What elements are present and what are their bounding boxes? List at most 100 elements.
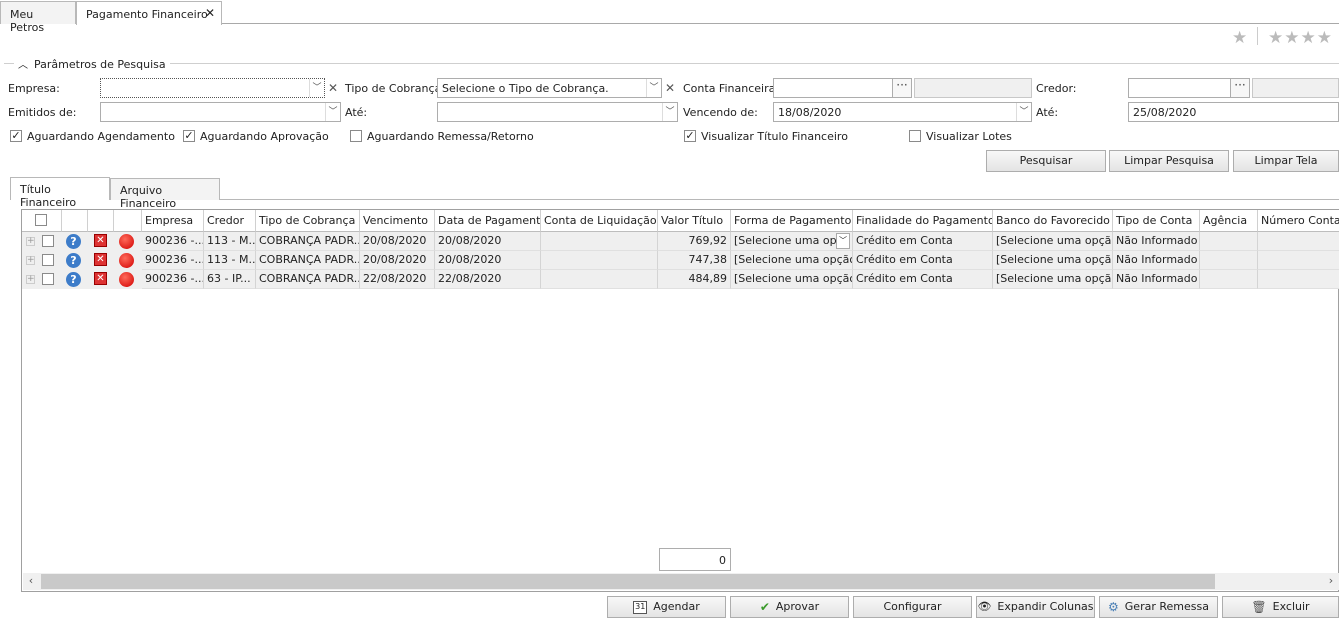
help-icon[interactable]: ? [66,234,81,249]
column-header-credor[interactable]: Credor [204,210,256,232]
cell-forma-pagamento[interactable]: [Selecione uma opção] [731,251,853,270]
help-icon[interactable]: ? [66,272,81,287]
cell-finalidade: Crédito em Conta [853,270,993,289]
agendar-button[interactable]: 31 Agendar [607,596,726,618]
column-header-vencimento[interactable]: Vencimento [360,210,435,232]
visualizar-titulo-checkbox[interactable]: ✓ [684,130,696,142]
emitidos-label: Emitidos de: [8,106,77,119]
aprovar-button[interactable]: ✔ Aprovar [730,596,849,618]
conta-financeira-input[interactable] [773,78,893,98]
column-header-data-pagamento[interactable]: Data de Pagamento [435,210,541,232]
help-icon[interactable]: ? [66,253,81,268]
tipo-cobranca-select[interactable]: Selecione o Tipo de Cobrança. ﹀ [437,78,662,98]
conta-financeira-label: Conta Financeira: [683,82,780,95]
vencendo-ate-date[interactable]: 25/08/2020 [1128,102,1339,122]
gears-icon: ⚙ [1108,600,1119,614]
emitidos-date[interactable]: ﹀ [100,102,341,122]
credor-description [1252,78,1339,98]
rating-stars[interactable]: ★★★★ [1268,28,1333,48]
configurar-button[interactable]: Configurar [853,596,972,618]
column-header-finalidade[interactable]: Finalidade do Pagamento [853,210,993,232]
browse-conta-button[interactable]: ··· [892,78,912,98]
cell-credor: 113 - M... [204,232,256,251]
vencendo-date[interactable]: 18/08/2020 ﹀ [773,102,1032,122]
cell-tipo-conta: Não Informado [1113,270,1200,289]
cell-data-pagamento: 20/08/2020 [435,251,541,270]
column-header-empresa[interactable]: Empresa [142,210,204,232]
chevron-down-icon[interactable]: ﹀ [325,103,340,121]
delete-icon[interactable]: ✕ [94,253,107,266]
favorite-star-icon[interactable]: ★ [1232,28,1247,48]
close-icon[interactable]: ✕ [205,6,215,20]
tab-pagamento-financeiro[interactable]: Pagamento Financeiro ✕ [76,1,222,25]
total-field: 0 [659,548,731,571]
cell-forma-pagamento[interactable]: [Selecione uma op... ﹀ [731,232,853,251]
cell-tipo-cobranca: COBRANÇA PADR... [256,270,360,289]
tab-arquivo-financeiro[interactable]: Arquivo Financeiro [110,178,220,210]
params-group-header[interactable]: ︿ Parâmetros de Pesquisa [14,56,170,71]
cell-credor: 63 - IP... [204,270,256,289]
column-header-forma-pagamento[interactable]: Forma de Pagamento [731,210,853,232]
checkbox-label: Aguardando Agendamento [27,130,175,143]
status-red-icon[interactable] [119,253,134,268]
expand-row-icon[interactable]: + [26,237,35,246]
cell-banco-favorecido[interactable]: [Selecione uma opção] [993,232,1113,251]
expand-row-icon[interactable]: + [26,256,35,265]
header-select-all[interactable] [22,210,62,232]
chevron-down-icon[interactable]: ﹀ [309,79,324,97]
status-red-icon[interactable] [119,272,134,287]
column-header-agencia[interactable]: Agência [1200,210,1258,232]
cell-tipo-conta: Não Informado [1113,232,1200,251]
cell-banco-favorecido[interactable]: [Selecione uma opção] [993,270,1113,289]
column-header-valor-titulo[interactable]: Valor Título [658,210,731,232]
gerar-remessa-button[interactable]: ⚙ Gerar Remessa [1099,596,1218,618]
scrollbar-thumb[interactable] [41,574,1215,589]
vencendo-label: Vencendo de: [683,106,758,119]
row-checkbox[interactable] [42,254,54,266]
credor-input[interactable] [1128,78,1231,98]
chevron-down-icon[interactable]: ﹀ [646,79,661,97]
chevron-down-icon[interactable]: ﹀ [1016,103,1031,121]
tab-meu-petros[interactable]: Meu Petros [0,1,76,34]
limpar-tela-button[interactable]: Limpar Tela [1233,150,1339,172]
chevron-left-icon[interactable]: ‹ [23,573,39,590]
row-checkbox[interactable] [42,235,54,247]
aguardando-remessa-checkbox[interactable] [350,130,362,142]
delete-icon[interactable]: ✕ [94,234,107,247]
column-header-conta-liquidacao[interactable]: Conta de Liquidação [541,210,658,232]
column-header-tipo-conta[interactable]: Tipo de Conta [1113,210,1200,232]
select-all-checkbox[interactable] [35,214,47,226]
visualizar-lotes-checkbox[interactable] [909,130,921,142]
emitidos-ate-date[interactable]: ﹀ [437,102,678,122]
status-red-icon[interactable] [119,234,134,249]
cell-valor-titulo: 747,38 [658,251,731,270]
clear-tipo-cobranca-icon[interactable]: ✕ [663,78,677,98]
expandir-colunas-button[interactable]: 👁 Expandir Colunas [976,596,1095,618]
empresa-select[interactable]: ﹀ [100,78,325,98]
column-header-numero-conta[interactable]: Número Conta [1258,210,1339,232]
tab-titulo-financeiro[interactable]: Título Financeiro [10,177,110,209]
excluir-button[interactable]: 🗑 Excluir [1222,596,1339,618]
chevron-down-icon[interactable]: ﹀ [662,103,677,121]
limpar-pesquisa-button[interactable]: Limpar Pesquisa [1109,150,1229,172]
column-header-tipo-cobranca[interactable]: Tipo de Cobrança [256,210,360,232]
expand-row-icon[interactable]: + [26,275,35,284]
calendar-icon: 31 [633,600,648,614]
chevron-right-icon[interactable]: › [1323,573,1339,590]
cell-numero-conta [1258,232,1339,251]
pesquisar-button[interactable]: Pesquisar [986,150,1106,172]
column-header-banco-favorecido[interactable]: Banco do Favorecido [993,210,1113,232]
cell-finalidade: Crédito em Conta [853,251,993,270]
chevron-down-icon[interactable]: ﹀ [836,233,850,249]
cell-banco-favorecido[interactable]: [Selecione uma opção] [993,251,1113,270]
clear-empresa-icon[interactable]: ✕ [326,78,340,98]
delete-icon[interactable]: ✕ [94,272,107,285]
aguardando-aprovacao-checkbox[interactable]: ✓ [183,130,195,142]
cell-empresa: 900236 -... [142,251,204,270]
cell-forma-pagamento[interactable]: [Selecione uma opção] [731,270,853,289]
row-checkbox[interactable] [42,273,54,285]
horizontal-scrollbar[interactable]: ‹ › [23,573,1339,590]
cell-vencimento: 22/08/2020 [360,270,435,289]
browse-credor-button[interactable]: ··· [1230,78,1250,98]
aguardando-agendamento-checkbox[interactable]: ✓ [10,130,22,142]
